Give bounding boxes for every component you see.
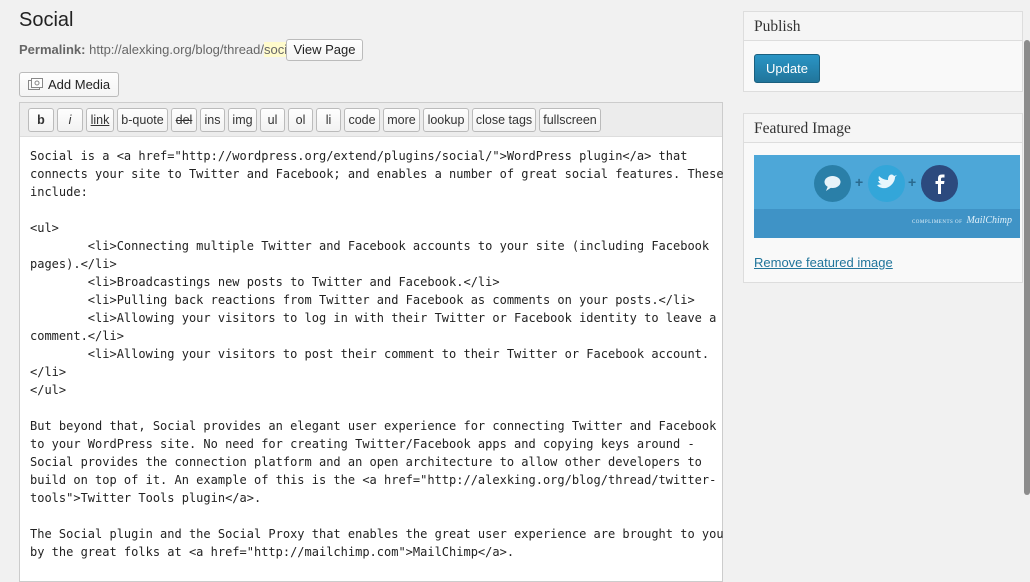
plus-icon: +	[855, 174, 864, 190]
publish-box: Publish Update	[743, 11, 1023, 92]
featured-image-box: Featured Image + + COMPLIMENTS OF MailChi…	[743, 113, 1023, 283]
remove-featured-image-link[interactable]: Remove featured image	[754, 255, 893, 270]
italic-button[interactable]: i	[57, 108, 83, 132]
media-icon	[28, 75, 43, 90]
mailchimp-credit: COMPLIMENTS OF MailChimp	[912, 215, 1012, 226]
add-media-button[interactable]: Add Media	[19, 72, 119, 97]
ol-button[interactable]: ol	[288, 108, 313, 132]
fullscreen-button[interactable]: fullscreen	[539, 108, 601, 132]
img-button[interactable]: img	[228, 108, 257, 132]
ul-button[interactable]: ul	[260, 108, 285, 132]
more-button[interactable]: more	[383, 108, 420, 132]
plus-icon: +	[908, 174, 917, 190]
publish-box-title[interactable]: Publish	[744, 12, 1022, 41]
credit-prefix: COMPLIMENTS OF	[911, 220, 963, 225]
permalink-base-url: http://alexking.org/blog/thread/	[89, 42, 264, 57]
lookup-button[interactable]: lookup	[423, 108, 469, 132]
blockquote-button[interactable]: b-quote	[117, 108, 168, 132]
permalink: Permalink: http://alexking.org/blog/thre…	[19, 42, 298, 58]
code-button[interactable]: code	[344, 108, 380, 132]
featured-image-thumbnail[interactable]: + + COMPLIMENTS OF MailChimp	[754, 155, 1020, 238]
post-title: Social	[19, 9, 74, 31]
page-scrollbar[interactable]	[1023, 0, 1030, 577]
twitter-icon	[868, 165, 905, 202]
add-media-label: Add Media	[48, 77, 111, 92]
post-content-textarea[interactable]: Social is a <a href="http://wordpress.or…	[20, 137, 724, 561]
facebook-icon	[921, 165, 958, 202]
credit-brand: MailChimp	[966, 215, 1012, 226]
view-page-button[interactable]: View Page	[286, 39, 363, 61]
featured-image-title[interactable]: Featured Image	[744, 114, 1022, 143]
close-tags-button[interactable]: close tags	[472, 108, 536, 132]
update-button[interactable]: Update	[754, 54, 820, 83]
del-button[interactable]: del	[171, 108, 197, 132]
speech-bubble-icon	[814, 165, 851, 202]
ins-button[interactable]: ins	[200, 108, 225, 132]
li-button[interactable]: li	[316, 108, 341, 132]
permalink-label: Permalink:	[19, 42, 86, 57]
link-button[interactable]: link	[86, 108, 114, 132]
bold-button[interactable]: b	[28, 108, 54, 132]
text-editor: b i link b-quote del ins img ul ol li co…	[19, 102, 724, 582]
quicktags-toolbar: b i link b-quote del ins img ul ol li co…	[20, 103, 722, 137]
scrollbar-thumb[interactable]	[1024, 40, 1030, 495]
